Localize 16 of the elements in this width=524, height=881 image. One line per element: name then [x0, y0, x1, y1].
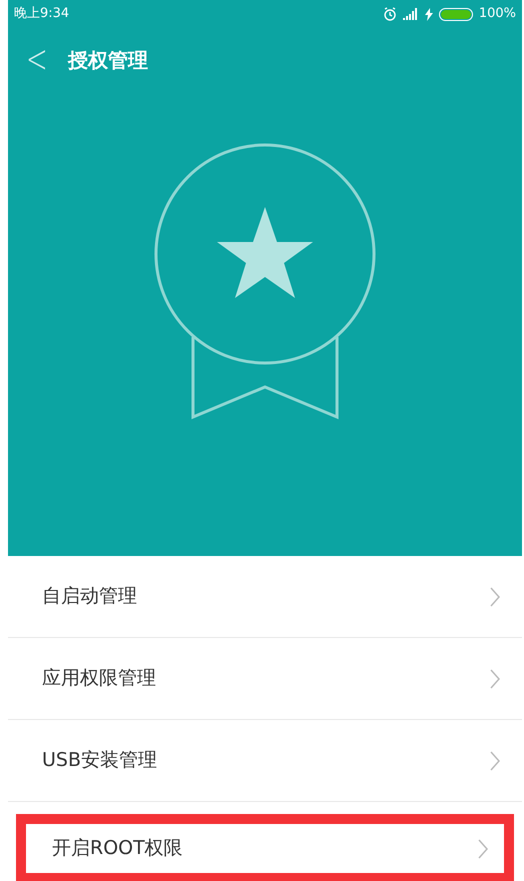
chevron-icon — [490, 668, 500, 688]
page-title: 授权管理 — [68, 47, 148, 74]
menu-item[interactable]: USB安装管理 — [42, 720, 522, 801]
badge-star-icon — [153, 142, 377, 422]
signal-icon — [402, 8, 419, 20]
alarm-icon — [382, 7, 397, 21]
menu-item[interactable]: 自启动管理 — [42, 556, 522, 637]
chevron-icon — [490, 586, 500, 606]
battery-percent: 100% — [478, 5, 516, 24]
chevron-icon — [478, 838, 488, 858]
status-time: 晚上9:34 — [14, 5, 70, 24]
charging-icon — [424, 8, 433, 20]
chevron-icon — [490, 750, 500, 770]
menu-item[interactable]: 应用权限管理 — [42, 638, 522, 719]
menu-item[interactable]: 开启ROOT权限 — [16, 814, 514, 881]
battery-icon — [438, 8, 473, 20]
